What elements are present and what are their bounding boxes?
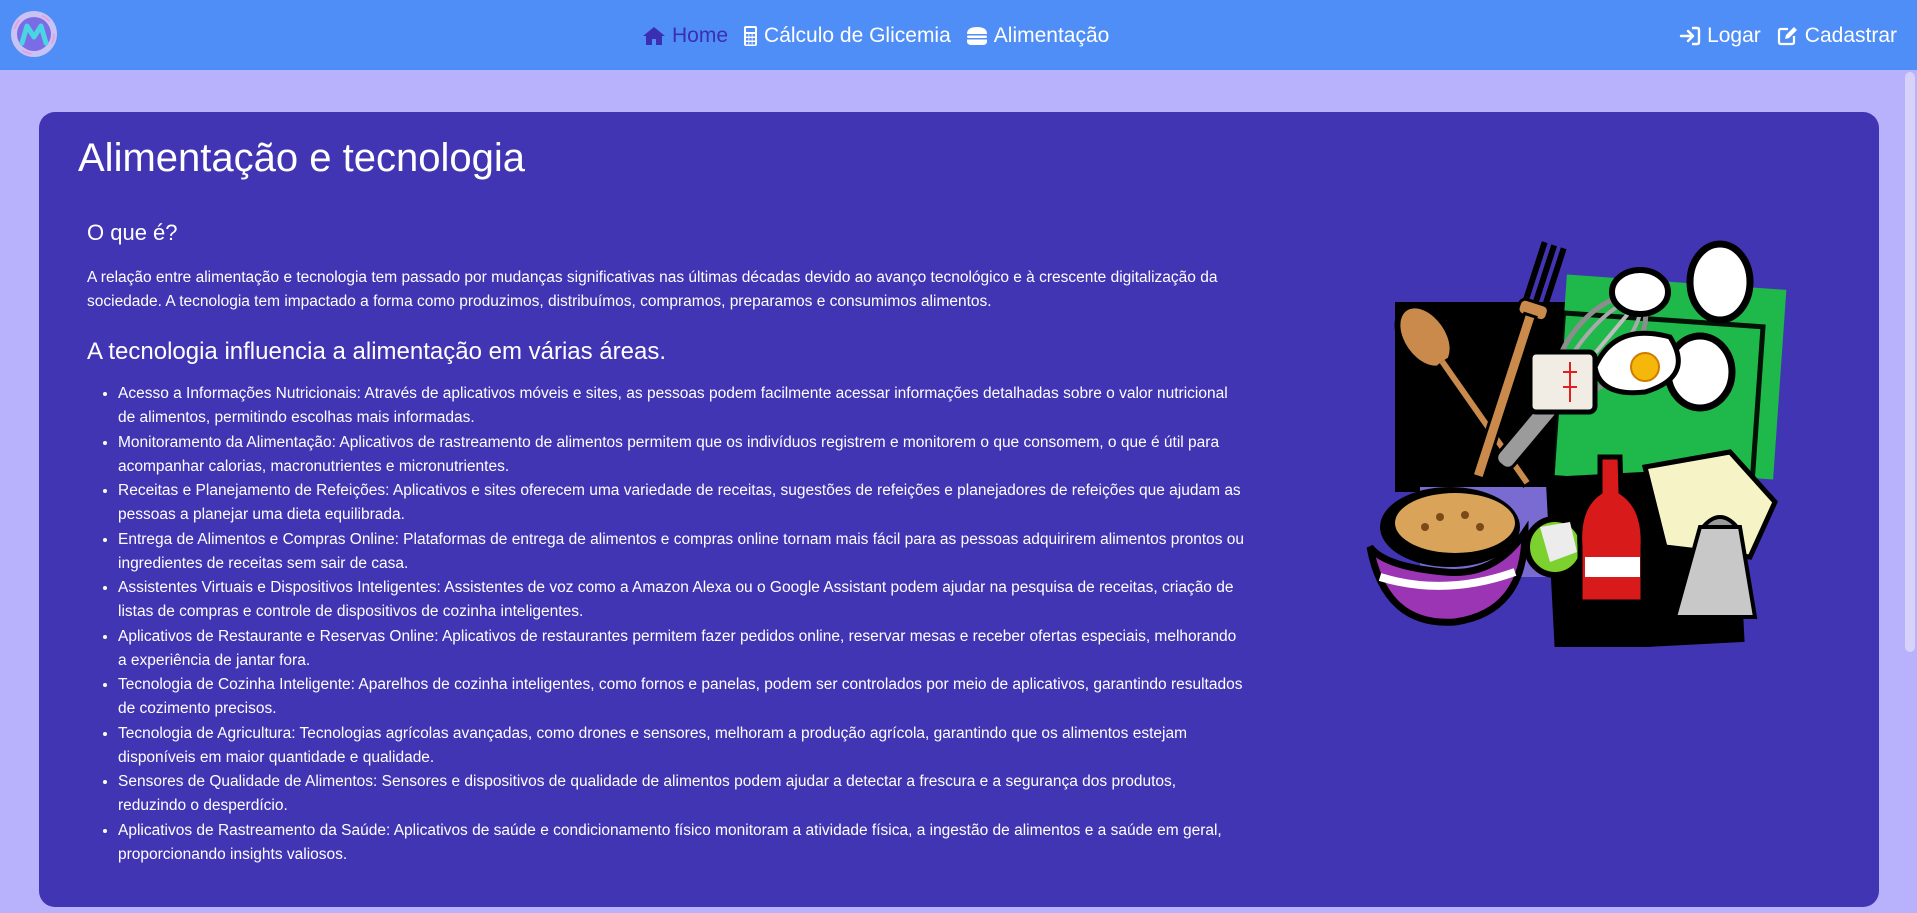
- nav-alimentacao[interactable]: Alimentação: [966, 24, 1110, 48]
- nav-calculo-glicemia[interactable]: Cálculo de Glicemia: [743, 24, 951, 48]
- content-card: Alimentação e tecnologia O que é? A rela…: [39, 112, 1879, 907]
- list-item: Tecnologia de Agricultura: Tecnologias a…: [118, 722, 1247, 770]
- page-title: Alimentação e tecnologia: [78, 136, 525, 180]
- nav-home[interactable]: Home: [642, 24, 728, 48]
- nav-calculo-glicemia-label: Cálculo de Glicemia: [764, 24, 951, 47]
- scrollbar-thumb[interactable]: [1905, 72, 1915, 652]
- login-icon: [1679, 26, 1701, 46]
- calculator-icon: [743, 25, 758, 47]
- list-item: Receitas e Planejamento de Refeições: Ap…: [118, 479, 1247, 527]
- nav-home-label: Home: [672, 24, 729, 47]
- main-nav: Home Cálculo de Glicemia Alimentação: [642, 19, 1124, 53]
- burger-icon: [966, 26, 988, 46]
- list-item: Assistentes Virtuais e Dispositivos Inte…: [118, 576, 1247, 624]
- nav-alimentacao-label: Alimentação: [993, 24, 1110, 47]
- list-item: Aplicativos de Rastreamento da Saúde: Ap…: [118, 819, 1247, 867]
- list-item: Aplicativos de Restaurante e Reservas On…: [118, 625, 1247, 673]
- article: O que é? A relação entre alimentação e t…: [87, 220, 1247, 867]
- list-item: Entrega de Alimentos e Compras Online: P…: [118, 528, 1247, 576]
- nav-cadastrar[interactable]: Cadastrar: [1777, 24, 1897, 48]
- edit-icon: [1777, 26, 1799, 46]
- nav-logar[interactable]: Logar: [1679, 24, 1761, 48]
- list-item: Monitoramento da Alimentação: Aplicativo…: [118, 431, 1247, 479]
- nav-logar-label: Logar: [1707, 24, 1761, 47]
- section-heading-what-is: O que é?: [87, 220, 178, 245]
- nav-cadastrar-label: Cadastrar: [1804, 24, 1897, 47]
- intro-paragraph: A relação entre alimentação e tecnologia…: [87, 269, 1218, 310]
- home-icon: [642, 26, 666, 46]
- app-logo[interactable]: [10, 10, 58, 58]
- auth-nav: Logar Cadastrar: [1663, 19, 1897, 53]
- food-clipart-image: [1345, 227, 1815, 652]
- list-item: Sensores de Qualidade de Alimentos: Sens…: [118, 770, 1247, 818]
- section-heading-areas: A tecnologia influencia a alimentação em…: [87, 338, 666, 365]
- list-item: Acesso a Informações Nutricionais: Atrav…: [118, 382, 1247, 430]
- top-navbar: Home Cálculo de Glicemia Alimentação Log…: [0, 0, 1917, 70]
- list-item: Tecnologia de Cozinha Inteligente: Apare…: [118, 673, 1247, 721]
- areas-list: Acesso a Informações Nutricionais: Atrav…: [87, 382, 1247, 867]
